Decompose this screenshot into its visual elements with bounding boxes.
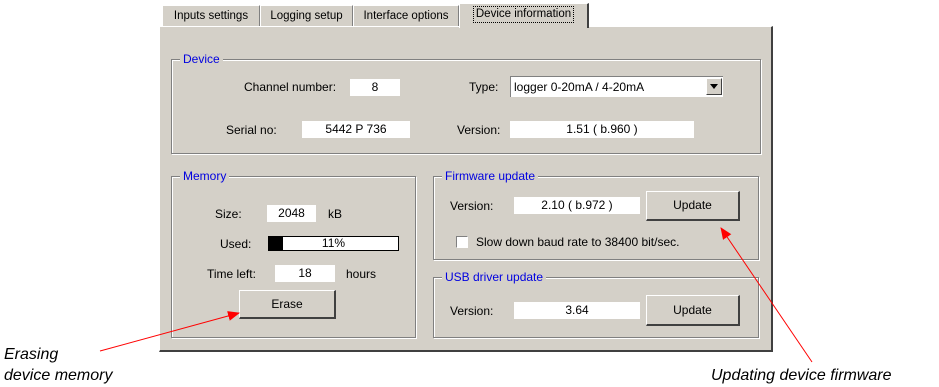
firmware-annotation: Updating device firmware: [711, 367, 892, 384]
erase-annotation-arrow: [99, 311, 240, 352]
erase-annotation-line1: Erasing: [4, 346, 59, 363]
annotation-arrows: [99, 227, 813, 363]
tab-label: Device information: [472, 6, 575, 23]
tab-device-information[interactable]: Device information: [459, 3, 589, 28]
erase-annotation-line2: device memory: [4, 367, 113, 384]
firmware-annotation-arrow: [720, 227, 813, 363]
